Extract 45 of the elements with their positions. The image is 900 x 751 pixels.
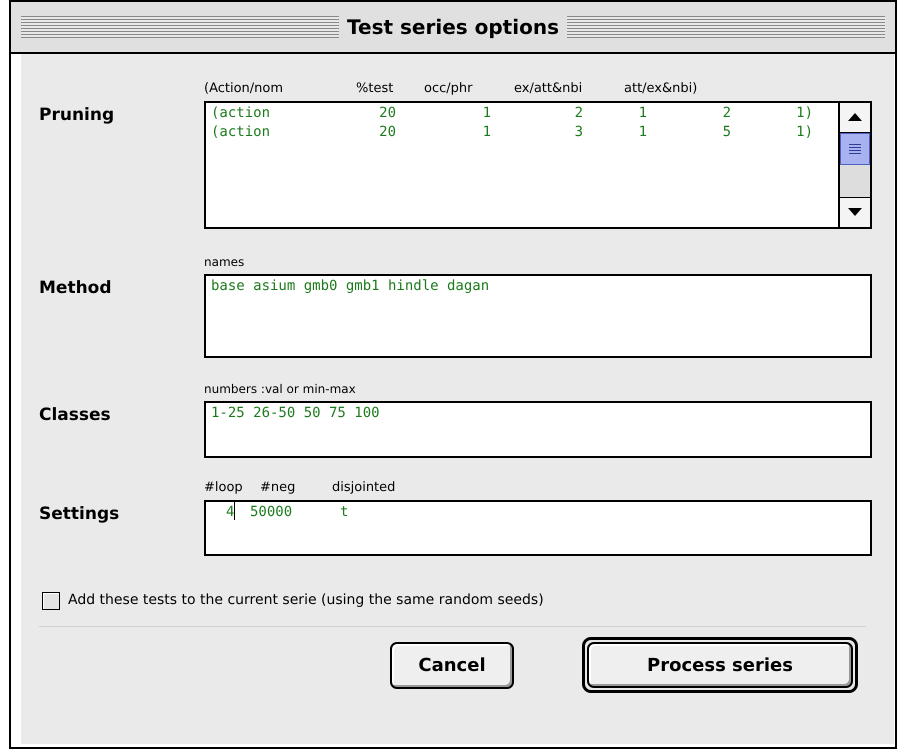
- scroll-up-button[interactable]: [840, 102, 870, 132]
- setting-value: t: [340, 503, 348, 522]
- list-cell-text: 20: [378, 122, 396, 142]
- field-hint: names: [203, 254, 246, 270]
- column-header: %test: [356, 80, 394, 98]
- list-cell-text: 1): [795, 122, 813, 142]
- add-tests-checkbox[interactable]: Add these tests to the current serie (using the same random seeds): [42, 590, 872, 611]
- up-arrow-icon: [848, 113, 862, 121]
- down-arrow-icon: [848, 208, 862, 216]
- pruning-list[interactable]: (action 20 1 2 1 2 1) (action 20 1 3 1 5 1): [204, 100, 872, 228]
- setting-value: 4: [226, 503, 234, 522]
- method-field[interactable]: base asium gmb0 gmb1 hindle dagan: [204, 274, 872, 358]
- column-header: att/ex&nbi): [624, 80, 698, 98]
- settings-field[interactable]: 4 50000 t: [204, 500, 872, 556]
- list-cell-text: 2: [574, 104, 583, 122]
- list-cell-text: 1: [638, 122, 647, 142]
- list-cell-text: 1: [638, 104, 647, 122]
- scroll-thumb[interactable]: [840, 132, 870, 164]
- section-label: Pruning: [39, 104, 116, 126]
- list-cell-text: 5: [722, 122, 731, 142]
- field-hint: numbers :val or min-max: [203, 380, 357, 398]
- scrollbar[interactable]: [838, 102, 870, 226]
- section-label: Classes: [39, 404, 112, 426]
- dialog-button[interactable]: Cancel: [390, 642, 514, 688]
- column-header: #neg: [260, 478, 296, 496]
- column-header: occ/phr: [424, 80, 474, 98]
- list-cell-text: 20: [378, 104, 396, 122]
- window-title: Test series options: [347, 14, 559, 41]
- classes-field[interactable]: 1-25 26-50 50 75 100: [204, 400, 872, 458]
- list-cell-text: (action: [211, 122, 272, 142]
- column-header: ex/att&nbi: [514, 80, 584, 98]
- column-header: disjointed: [332, 478, 396, 496]
- list-cell-text: 1): [795, 104, 813, 122]
- list-cell-text: 2: [722, 104, 731, 122]
- dialog-button[interactable]: Process series: [587, 642, 853, 688]
- setting-value: 50000: [250, 503, 292, 522]
- list-cell-text: 3: [574, 122, 583, 142]
- column-header: #loop: [204, 478, 244, 496]
- column-header: (Action/nom: [204, 80, 284, 98]
- list-cell-text: 1: [482, 104, 491, 122]
- section-label: Settings: [39, 503, 120, 526]
- list-cell-text: 1: [482, 122, 491, 142]
- scroll-down-button[interactable]: [840, 196, 870, 226]
- list-cell-text: (action: [211, 104, 272, 122]
- section-label: Method: [39, 276, 113, 300]
